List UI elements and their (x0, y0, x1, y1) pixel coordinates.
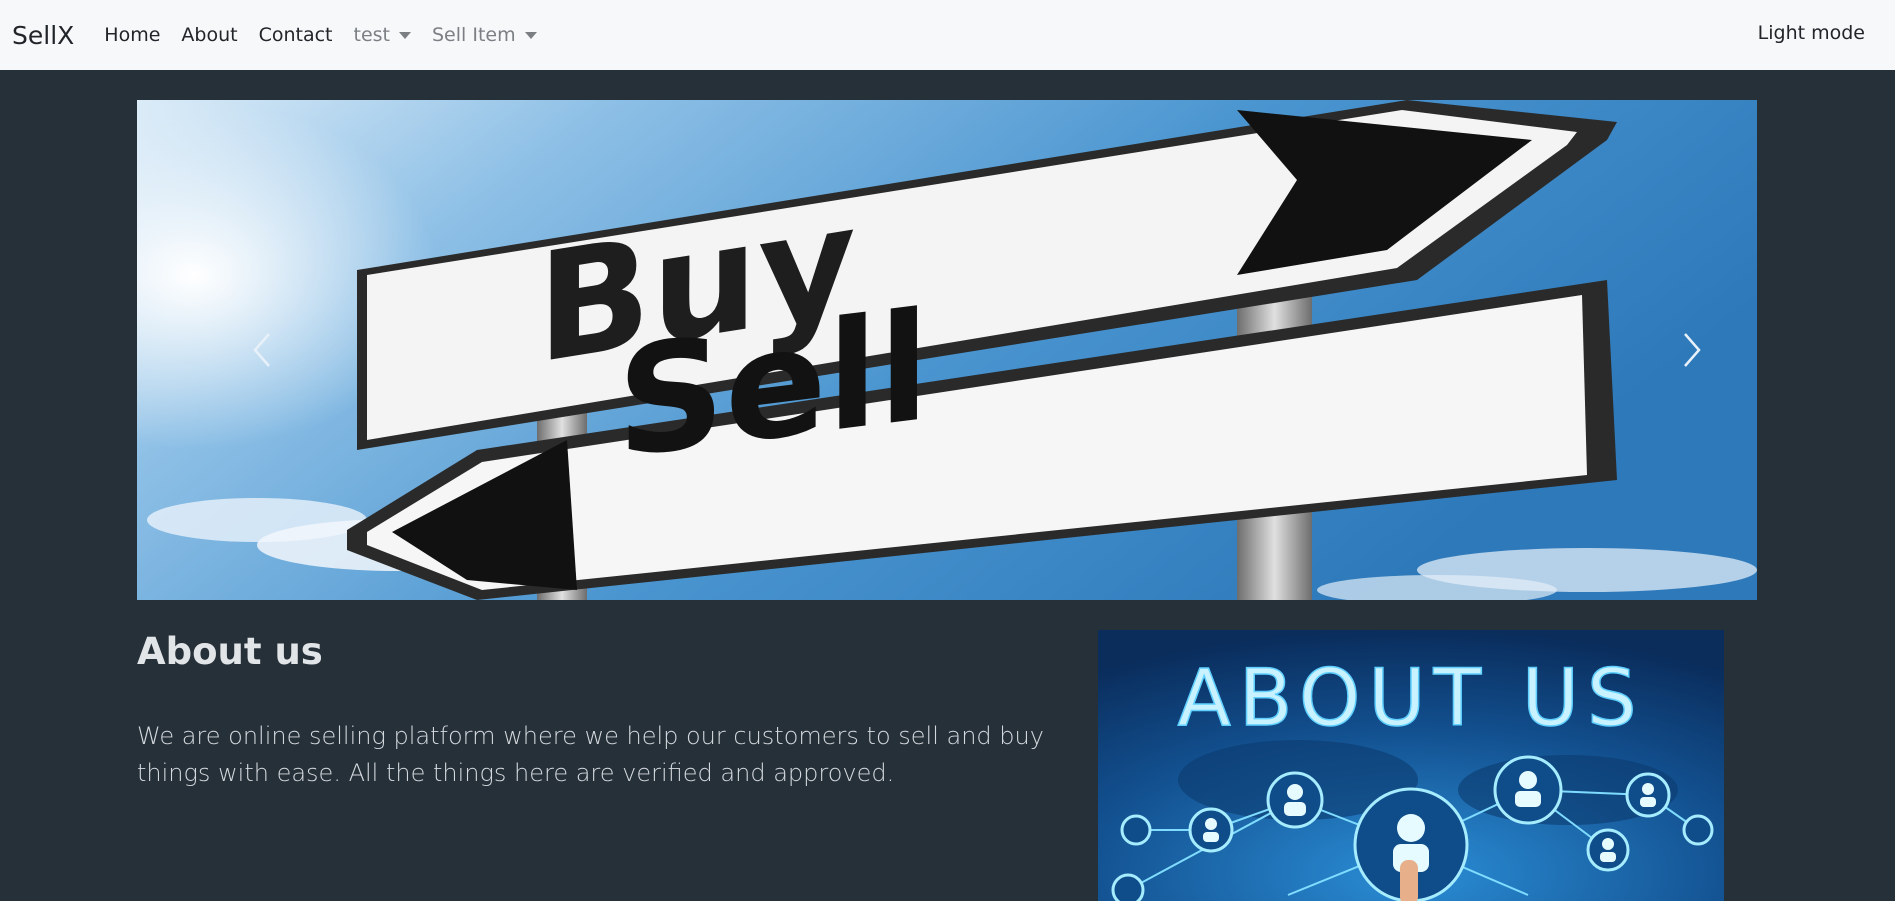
nav-dropdown-test-label: test (353, 24, 391, 46)
about-us-graphic: ABOUT US (1098, 630, 1724, 901)
chevron-left-icon (253, 333, 270, 367)
light-mode-toggle[interactable]: Light mode (1758, 22, 1865, 44)
carousel-next-button[interactable] (1617, 100, 1757, 600)
nav-dropdown-sell-item-label: Sell Item (432, 24, 516, 46)
nav-dropdown-test[interactable]: test (353, 24, 411, 46)
nav-home[interactable]: Home (104, 24, 160, 46)
nav-dropdown-sell-item[interactable]: Sell Item (432, 24, 537, 46)
chevron-right-icon (1684, 333, 1701, 367)
caret-down-icon (399, 31, 411, 39)
hero-carousel: Buy Sell (137, 100, 1757, 600)
about-image-heading: ABOUT US (1177, 654, 1644, 744)
navbar: SellX Home About Contact test Sell Item … (0, 0, 1895, 70)
about-us-image: ABOUT US (1098, 630, 1724, 901)
caret-down-icon (524, 31, 537, 39)
about-description: We are online selling platform where we … (137, 722, 1044, 787)
nav-about[interactable]: About (181, 24, 237, 46)
nav-contact[interactable]: Contact (259, 24, 333, 46)
about-title: About us (137, 630, 323, 673)
brand-logo[interactable]: SellX (12, 21, 74, 50)
carousel-prev-button[interactable] (187, 100, 337, 600)
carousel-slide-image: Buy Sell (137, 100, 1757, 600)
